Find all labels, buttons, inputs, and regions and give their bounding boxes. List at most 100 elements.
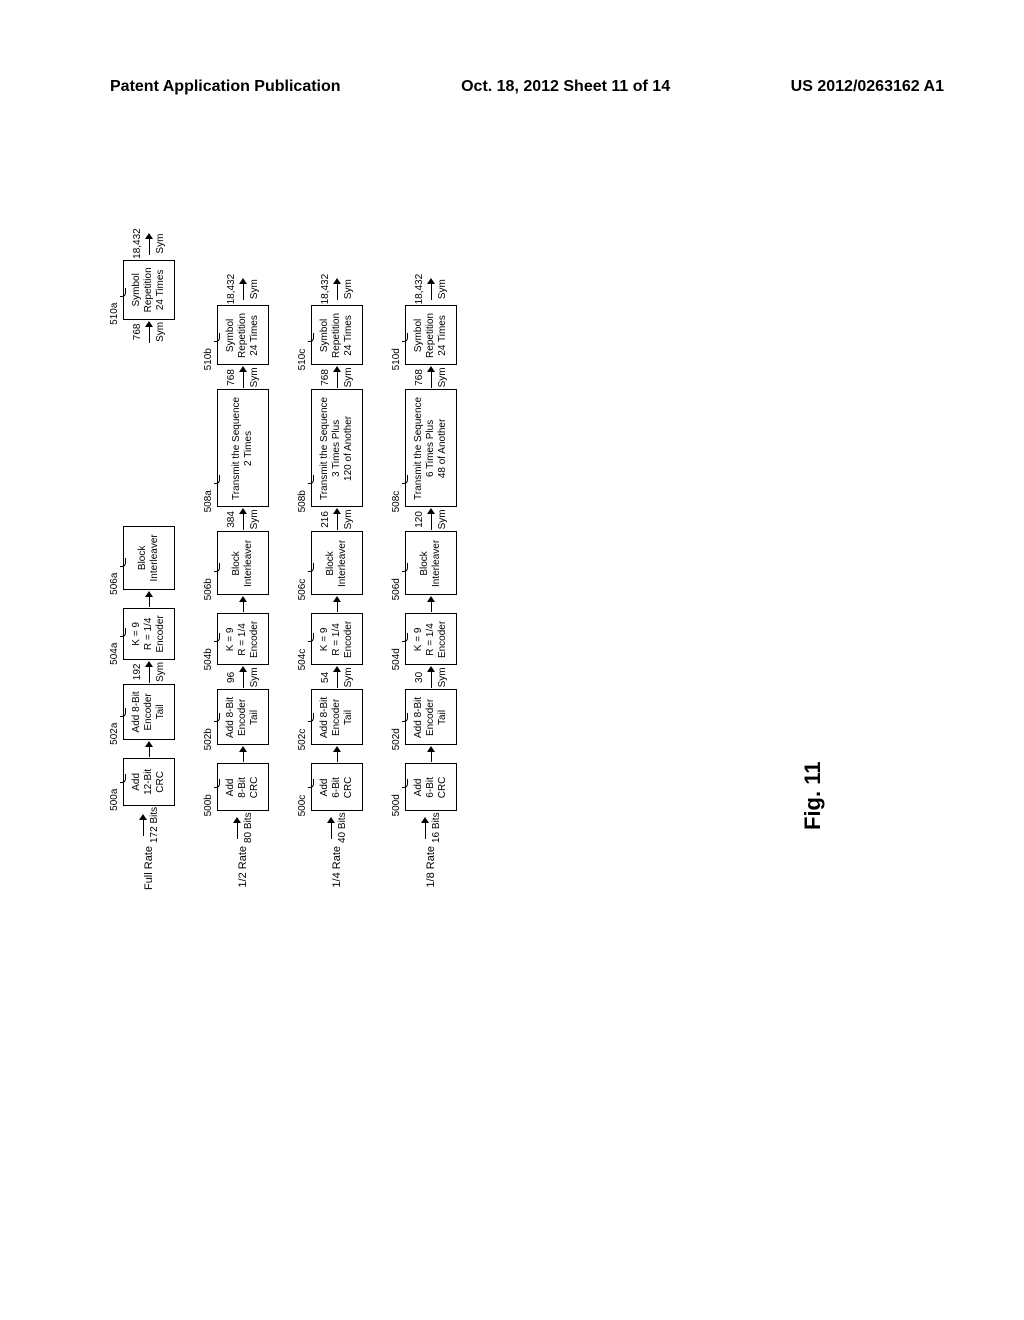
arrow: 192Sym xyxy=(132,661,166,683)
arrow-count: 216 xyxy=(320,511,331,528)
block-ref: 510b xyxy=(203,348,215,370)
arrow: 216 Sym xyxy=(320,508,354,530)
arrow-count: 192 xyxy=(132,664,143,681)
arrow-line xyxy=(238,508,248,530)
arrow-line xyxy=(144,741,154,757)
block-line: Tail xyxy=(343,693,355,741)
arrow-line xyxy=(426,366,436,388)
arrow-unit: Sym xyxy=(343,667,354,687)
rate-input-label: Full Rate xyxy=(143,846,155,898)
block-line: Add 8-Bit xyxy=(319,693,331,741)
signal-chain-row: Full Rate172 Bits500aAdd12-BitCRC502aAdd… xyxy=(115,158,183,898)
block-ref: 510c xyxy=(297,349,309,371)
block-line: K = 9 xyxy=(319,617,331,661)
block-line: Encoder xyxy=(249,617,261,661)
block-line: R = 1/4 xyxy=(331,617,343,661)
header-left: Patent Application Publication xyxy=(110,78,341,96)
arrow-unit: Sym xyxy=(249,667,260,687)
arrow: 16 Bits xyxy=(420,812,442,843)
arrow-count: 18,432 xyxy=(132,228,143,259)
block-line: Block xyxy=(325,535,337,591)
block-ref: 504b xyxy=(203,648,215,670)
arrow: 768Sym xyxy=(132,321,166,343)
arrow-line xyxy=(238,596,248,612)
arrow-unit: 80 Bits xyxy=(243,812,254,843)
rate-text: 1/8 Rate xyxy=(425,846,437,898)
block-line: 3 Times Plus xyxy=(331,393,343,503)
arrow-unit: Sym xyxy=(437,367,448,387)
block-line: K = 9 xyxy=(225,617,237,661)
block-line: Block xyxy=(231,535,243,591)
arrow-line xyxy=(426,278,436,300)
arrow-count: 30 xyxy=(414,672,425,683)
arrow-count: 768 xyxy=(226,369,237,386)
arrow-line xyxy=(332,666,342,688)
figure-label: Fig. 11 xyxy=(800,762,826,830)
block-ref: 506d xyxy=(391,578,403,600)
arrow: 172 Bits xyxy=(138,807,160,843)
arrow: 768 Sym xyxy=(226,366,260,388)
arrow xyxy=(238,596,248,612)
arrow-unit: Sym xyxy=(343,279,354,299)
arrow xyxy=(144,591,154,607)
arrow-unit: Sym xyxy=(155,322,166,342)
signal-chain-row: 1/4 Rate40 Bits500cAdd6-BitCRC502cAdd 8-… xyxy=(303,158,371,898)
block-line: Transmit the Sequence xyxy=(231,393,243,503)
arrow-line xyxy=(238,366,248,388)
transmit-block: 508bTransmit the Sequence3 Times Plus120… xyxy=(311,389,363,507)
transmit-block: 508cTransmit the Sequence6 Times Plus48 … xyxy=(405,389,457,507)
arrow-line xyxy=(332,746,342,762)
arrow-unit: Sym xyxy=(249,367,260,387)
interleaver-block: 506cBlockInterleaver xyxy=(311,531,363,595)
symbol-repetition-block: 510cSymbolRepetition24 Times xyxy=(311,305,363,365)
arrow-line xyxy=(426,596,436,612)
arrow: 80 Bits xyxy=(232,812,254,843)
arrow-line xyxy=(326,817,336,839)
encoder-block: 504cK = 9R = 1/4Encoder xyxy=(311,613,363,665)
block-line: CRC xyxy=(343,767,355,807)
block-line: K = 9 xyxy=(413,617,425,661)
rate-text: Full Rate xyxy=(143,846,155,898)
arrow-count: 54 xyxy=(320,672,331,683)
block-line: Encoder xyxy=(425,693,437,741)
encoder-block: 504aK = 9R = 1/4Encoder xyxy=(123,608,175,660)
block-ref: 500c xyxy=(297,795,309,817)
block-line: Repetition xyxy=(331,309,343,361)
block-line: Transmit the Sequence xyxy=(413,393,425,503)
arrow-unit: Sym xyxy=(343,509,354,529)
arrow-unit: 172 Bits xyxy=(149,807,160,843)
arrow-unit: Sym xyxy=(437,667,448,687)
block-ref: 504d xyxy=(391,648,403,670)
block-line: Encoder xyxy=(343,617,355,661)
rate-text: 1/2 Rate xyxy=(237,846,249,898)
block-line: R = 1/4 xyxy=(425,617,437,661)
block-ref: 502b xyxy=(203,728,215,750)
arrow: 96Sym xyxy=(226,666,260,688)
block-line: 8-Bit xyxy=(237,767,249,807)
arrow-count: 18,432 xyxy=(414,274,425,305)
arrow xyxy=(144,741,154,757)
arrow-unit: 16 Bits xyxy=(431,812,442,843)
block-ref: 508a xyxy=(203,490,215,512)
block-line: Add xyxy=(225,767,237,807)
block-line: Repetition xyxy=(237,309,249,361)
arrow xyxy=(238,746,248,762)
block-line: CRC xyxy=(155,762,167,802)
crc-block: 500cAdd6-BitCRC xyxy=(311,763,363,811)
arrow-unit: Sym xyxy=(437,509,448,529)
arrow-line xyxy=(332,366,342,388)
block-line: 6-Bit xyxy=(425,767,437,807)
block-line: 2 Times xyxy=(243,393,255,503)
block-line: Interleaver xyxy=(243,535,255,591)
arrow-unit: Sym xyxy=(249,509,260,529)
block-line: 24 Times xyxy=(343,309,355,361)
block-ref: 508c xyxy=(391,491,403,513)
encoder-block: 504dK = 9R = 1/4Encoder xyxy=(405,613,457,665)
block-line: R = 1/4 xyxy=(143,612,155,656)
arrow-line xyxy=(332,596,342,612)
block-line: Block xyxy=(419,535,431,591)
block-line: Tail xyxy=(437,693,449,741)
block-line: 6 Times Plus xyxy=(425,393,437,503)
rate-input-label: 1/4 Rate xyxy=(331,846,343,898)
arrow-count: 18,432 xyxy=(226,274,237,305)
